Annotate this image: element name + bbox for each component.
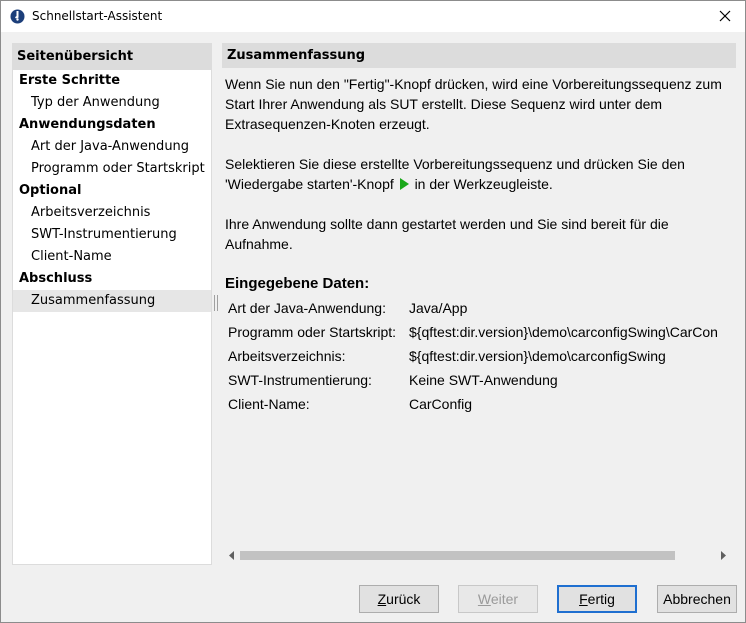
scroll-right-icon[interactable] (718, 550, 728, 561)
summary-title: Zusammenfassung (222, 43, 736, 68)
data-key: Programm oder Startskript: (228, 324, 397, 340)
back-button-label: urück (386, 591, 421, 607)
next-button[interactable]: Weiter (458, 585, 538, 613)
summary-paragraph-1: Wenn Sie nun den "Fertig"-Knopf drücken,… (225, 76, 722, 132)
data-key: Client-Name: (228, 396, 310, 412)
scroll-left-icon[interactable] (227, 550, 237, 561)
entered-data-title: Eingegebene Daten: (225, 275, 370, 292)
nav-section-anwendungsdaten: Anwendungsdaten (19, 117, 156, 132)
paragraph-2-text-after: in der Werkzeugleiste. (414, 176, 553, 192)
data-key: Art der Java-Anwendung: (228, 300, 386, 316)
summary-paragraph-3: Ihre Anwendung sollte dann gestartet wer… (225, 216, 669, 252)
horizontal-scrollbar[interactable] (222, 548, 736, 563)
nav-section-erste-schritte: Erste Schritte (19, 73, 121, 88)
qftest-logo-icon (10, 9, 25, 24)
nav-item-programm-oder-startskript[interactable]: Programm oder Startskript (13, 158, 211, 180)
scroll-thumb[interactable] (240, 551, 675, 560)
close-icon[interactable] (717, 8, 733, 24)
back-button-mnemonic: Z (377, 591, 387, 607)
data-row: Client-Name: CarConfig (228, 392, 472, 416)
data-row: Programm oder Startskript: ${qftest:dir.v… (228, 320, 718, 344)
next-button-label: eiter (490, 591, 519, 607)
data-row: Art der Java-Anwendung: Java/App (228, 296, 467, 320)
summary-paragraph-2: Selektieren Sie diese erstellte Vorberei… (225, 154, 735, 194)
cancel-button[interactable]: Abbrechen (657, 585, 737, 613)
wizard-window: Schnellstart-Assistent Seitenübersicht E… (0, 0, 746, 623)
data-row: Arbeitsverzeichnis: ${qftest:dir.version}… (228, 344, 666, 368)
title-bar: Schnellstart-Assistent (1, 1, 745, 32)
nav-item-arbeitsverzeichnis[interactable]: Arbeitsverzeichnis (13, 202, 211, 224)
data-value: ${qftest:dir.version}\demo\carconfigSwin… (409, 324, 718, 340)
page-overview-header: Seitenübersicht (13, 44, 211, 70)
nav-section-optional: Optional (19, 183, 82, 198)
nav-item-swt-instrumentierung[interactable]: SWT-Instrumentierung (13, 224, 211, 246)
play-icon (399, 178, 409, 190)
finish-button[interactable]: Fertig (557, 585, 637, 613)
data-key: SWT-Instrumentierung: (228, 372, 372, 388)
nav-section-abschluss: Abschluss (19, 271, 93, 286)
data-value: ${qftest:dir.version}\demo\carconfigSwin… (409, 348, 666, 364)
data-value: CarConfig (409, 396, 473, 412)
nav-item-zusammenfassung[interactable]: Zusammenfassung (13, 290, 211, 312)
data-row: SWT-Instrumentierung: Keine SWT-Anwendung (228, 368, 558, 392)
finish-button-label: ertig (587, 591, 615, 607)
data-key: Arbeitsverzeichnis: (228, 348, 346, 364)
next-button-mnemonic: W (477, 591, 491, 607)
window-title: Schnellstart-Assistent (32, 9, 163, 23)
data-value: Java/App (409, 300, 468, 316)
panel-splitter[interactable] (214, 295, 218, 311)
nav-item-art-der-java-anwendung[interactable]: Art der Java-Anwendung (13, 136, 211, 158)
nav-item-typ-der-anwendung[interactable]: Typ der Anwendung (13, 92, 211, 114)
summary-panel: Zusammenfassung Wenn Sie nun den "Fertig… (222, 43, 736, 563)
back-button[interactable]: Zurück (359, 585, 439, 613)
page-overview-panel: Seitenübersicht Erste Schritte Typ der A… (12, 43, 212, 565)
finish-button-mnemonic: F (579, 591, 588, 607)
data-value: Keine SWT-Anwendung (409, 372, 558, 388)
nav-item-client-name[interactable]: Client-Name (13, 246, 211, 268)
